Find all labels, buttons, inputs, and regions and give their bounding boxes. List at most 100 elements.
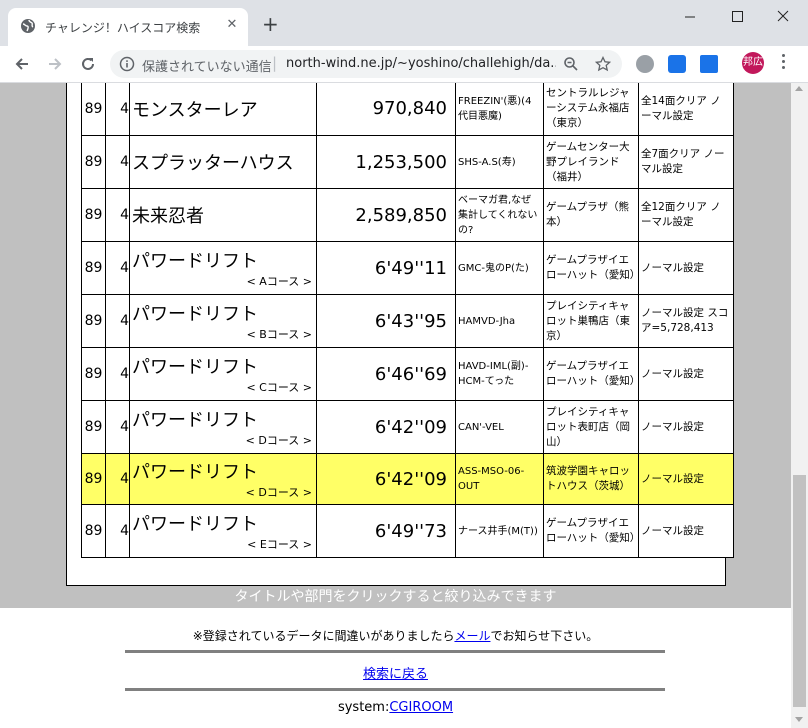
shop-cell: 筑波学園キャロットハウス（茨城） [543,453,639,505]
score-cell: 6'43''95 [316,294,456,348]
address-bar[interactable]: 保護されていない通信 | north-wind.ne.jp/~yoshino/c… [110,50,622,78]
title-cell[interactable]: パワードリフト < Eコース > [129,504,317,558]
title-cell[interactable]: パワードリフト < Dコース > [129,453,317,505]
course-label[interactable]: < Dコース > [246,432,312,448]
tab-close-icon[interactable]: ✕ [224,17,240,33]
note-cell: ノーマル設定 [638,400,734,454]
scroll-up-arrow-icon[interactable] [795,86,803,91]
course-label[interactable]: < Aコース > [247,273,312,289]
score-cell: 6'46''69 [316,347,456,401]
entry-number-cell: 4 [105,294,130,348]
game-title[interactable]: パワードリフト [132,353,258,379]
game-title[interactable]: スプラッターハウス [131,153,294,174]
score-cell: 970,840 [316,83,456,136]
minimize-button[interactable] [667,2,713,32]
scroll-down-arrow-icon[interactable] [795,717,803,722]
game-title[interactable]: パワードリフト [132,510,258,536]
note-cell: 全12面クリア ノーマル設定 [638,188,734,242]
close-window-button[interactable] [760,2,806,32]
player-name-cell: GMC-鬼のP(た) [455,241,544,295]
title-cell[interactable]: パワードリフト < Dコース > [129,400,317,454]
game-title[interactable]: パワードリフト [132,458,258,484]
shop-cell: ゲームプラザイエローハット（愛知） [543,504,639,558]
title-cell[interactable]: モンスターレア [129,83,317,136]
maximize-button[interactable] [714,2,760,32]
rank-cell: 89 [81,347,106,401]
player-name-cell: FREEZIN'(悪)(4代目悪魔) [455,83,544,136]
extension-chat-icon[interactable] [636,55,654,73]
star-icon[interactable] [594,55,612,73]
rank-cell: 89 [81,294,106,348]
url-separator: | [272,54,278,72]
globe-icon [21,19,35,33]
footer-note-suffix: でお知らせ下さい。 [490,629,599,643]
score-cell: 6'42''09 [316,453,456,505]
title-cell[interactable]: 未来忍者 [129,188,317,242]
extension-message-icon[interactable] [700,55,718,73]
title-cell[interactable]: スプラッターハウス [129,135,317,189]
title-cell[interactable]: パワードリフト < Aコース > [129,241,317,295]
cgiroom-link[interactable]: CGIROOM [389,700,453,715]
table-row: 89 4 パワードリフト < Dコース >6'42''09 ASS-MSO-06-OUT… [81,453,734,505]
vertical-scrollbar[interactable] [791,83,808,728]
more-menu-icon[interactable] [782,54,788,72]
arrow-right-icon [49,58,62,70]
reload-button[interactable] [76,52,100,76]
back-button[interactable] [10,52,34,76]
back-to-search-link[interactable]: 検索に戻る [363,667,428,682]
extension-bl-icon[interactable] [668,55,686,73]
filter-hint: タイトルや部門をクリックすると絞り込みできます [234,589,557,605]
profile-avatar[interactable]: 邦広 [742,52,764,74]
course-label[interactable]: < Dコース > [246,484,312,500]
browser-tab[interactable]: チャレンジ！ハイスコア検索 ✕ [8,8,248,46]
game-title[interactable]: パワードリフト [132,300,258,326]
note-cell: 全7面クリア ノーマル設定 [638,135,734,189]
game-title[interactable]: パワードリフト [132,247,258,273]
entry-number-cell: 4 [105,188,130,242]
title-cell[interactable]: パワードリフト < Cコース > [129,347,317,401]
browser-toolbar: 保護されていない通信 | north-wind.ne.jp/~yoshino/c… [0,46,808,83]
zoom-icon[interactable] [562,55,580,73]
note-cell: ノーマル設定 スコア=5,728,413 [638,294,734,348]
maximize-icon [732,11,743,22]
game-title[interactable]: モンスターレア [131,100,258,121]
footer-note-prefix: ※登録されているデータに間違いがありましたら [192,629,455,643]
player-name-cell: ASS-MSO-06-OUT [455,453,544,505]
forward-button[interactable] [43,52,67,76]
table-row: 89 4 パワードリフト < Bコース >6'43''95 HAMVD-Jha プレイシテ… [81,294,734,348]
back-to-search: 検索に戻る [0,663,791,682]
info-icon[interactable] [119,56,135,72]
game-title[interactable]: 未来忍者 [131,206,204,227]
score-cell: 1,253,500 [316,135,456,189]
table-row: 89 4 パワードリフト < Aコース >6'49''11 GMC-鬼のP(た) ゲームプ… [81,241,734,295]
shop-cell: ゲームプラザイエローハット（愛知） [543,347,639,401]
security-label[interactable]: 保護されていない通信 [142,56,272,75]
player-name-cell: HAVD-IML(副)-HCM-てった [455,347,544,401]
game-title[interactable]: パワードリフト [132,406,258,432]
entry-number-cell: 4 [105,453,130,505]
course-label[interactable]: < Bコース > [247,326,312,342]
shop-cell: セントラルレジャーシステム永福店（東京） [543,83,639,136]
rank-cell: 89 [81,241,106,295]
shop-cell: プレイシティキャロット表町店（岡山） [543,400,639,454]
player-name-cell: SHS-A.S(寿) [455,135,544,189]
rank-cell: 89 [81,188,106,242]
entry-number-cell: 4 [105,135,130,189]
arrow-left-icon [15,58,28,70]
mail-link[interactable]: メール [454,629,490,643]
title-cell[interactable]: パワードリフト < Bコース > [129,294,317,348]
entry-number-cell: 4 [105,504,130,558]
url-text[interactable]: north-wind.ne.jp/~yoshino/challehigh/da.… [286,56,556,71]
new-tab-button[interactable]: + [262,14,279,34]
table-row: 89 4 パワードリフト < Cコース >6'46''69 HAVD-IML(副)-HC… [81,347,734,401]
note-cell: ノーマル設定 [638,504,734,558]
course-label[interactable]: < Eコース > [247,536,312,552]
rank-cell: 89 [81,83,106,136]
close-icon [777,10,789,22]
course-label[interactable]: < Cコース > [246,379,312,395]
table-row: 89 4 未来忍者 2,589,850 ベーマガ君,なぜ集計してくれないの? ゲームプラザ… [81,188,734,242]
scroll-thumb[interactable] [793,475,806,707]
divider [125,688,665,691]
player-name-cell: CAN'-VEL [455,400,544,454]
rank-cell: 89 [81,504,106,558]
